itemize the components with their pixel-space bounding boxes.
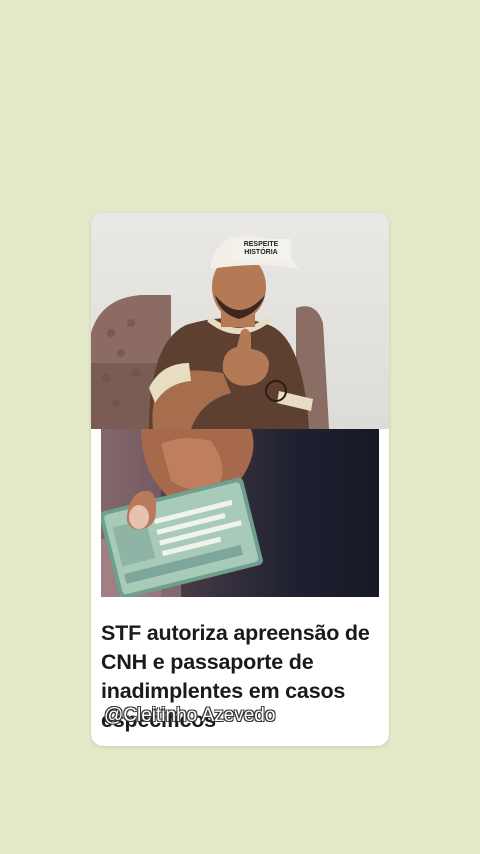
news-image[interactable] — [101, 429, 379, 597]
video-still[interactable]: RESPEITE HISTÓRIA — [91, 213, 389, 429]
creator-watermark: @Cleitinho Azevedo — [104, 705, 276, 726]
svg-text:HISTÓRIA: HISTÓRIA — [244, 247, 277, 256]
person-video-still: RESPEITE HISTÓRIA — [91, 235, 329, 429]
news-card[interactable]: RESPEITE HISTÓRIA STF autoriza apreensão… — [91, 213, 389, 746]
svg-text:RESPEITE: RESPEITE — [244, 241, 279, 248]
driver-license-photo — [101, 429, 263, 597]
